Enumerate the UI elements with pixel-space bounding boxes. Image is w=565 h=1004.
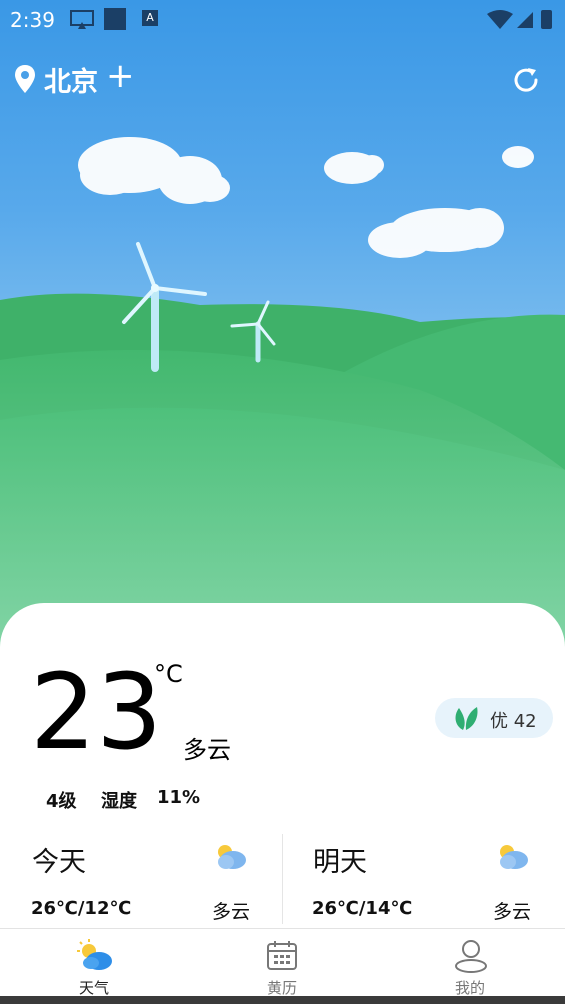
temperature-unit: °C <box>154 660 183 688</box>
bottom-nav: 天气 黄历 我的 <box>0 928 565 997</box>
location-pin-icon <box>15 65 35 93</box>
aqi-badge[interactable]: 优 42 <box>435 698 553 738</box>
status-time: 2:39 <box>10 8 55 32</box>
nav-label: 黄历 <box>266 979 297 997</box>
partly-cloudy-icon <box>218 845 246 869</box>
status-bar: 2:39 A <box>0 0 565 40</box>
nav-almanac[interactable]: 黄历 <box>188 929 376 997</box>
cloud-icon <box>78 137 534 258</box>
forecast-day: 明天 <box>313 847 367 878</box>
cast-icon <box>70 10 94 29</box>
forecast-condition: 多云 <box>493 901 532 923</box>
forecast-divider <box>282 834 283 924</box>
forecast-range: 26℃/14℃ <box>312 898 413 919</box>
calendar-icon <box>267 941 297 970</box>
weather-scene <box>0 137 565 700</box>
city-name[interactable]: 北京 <box>44 60 98 99</box>
wind-level: 4级 <box>46 791 77 812</box>
refresh-icon[interactable] <box>510 64 542 96</box>
nav-label: 天气 <box>78 979 109 997</box>
nav-weather[interactable]: 天气 <box>0 929 188 997</box>
system-taskbar <box>0 996 565 1004</box>
current-temperature: 23 <box>30 651 163 773</box>
forecast-day: 今天 <box>32 847 86 878</box>
keyboard-icon: A <box>142 10 158 26</box>
weather-icon <box>77 939 112 970</box>
forecast-range: 26℃/12℃ <box>31 898 132 919</box>
add-city-button[interactable]: + <box>106 56 135 96</box>
forecast-condition: 多云 <box>212 901 251 923</box>
notification-icon <box>104 8 126 30</box>
leaf-icon <box>455 707 478 730</box>
current-condition: 多云 <box>183 736 231 764</box>
humidity-value: 11% <box>157 787 201 808</box>
aqi-value: 优 42 <box>490 711 537 732</box>
top-bar: 北京 + <box>0 56 565 100</box>
nav-label: 我的 <box>454 979 485 997</box>
profile-icon <box>455 940 487 973</box>
nav-profile[interactable]: 我的 <box>376 929 564 997</box>
humidity-label: 湿度 <box>101 791 137 812</box>
status-indicators-icon <box>487 10 552 29</box>
partly-cloudy-icon <box>500 845 528 869</box>
